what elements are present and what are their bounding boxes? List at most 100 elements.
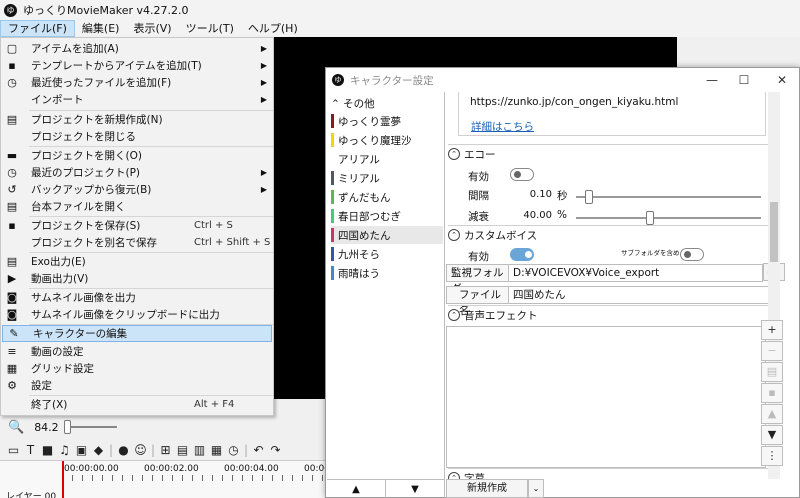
dialog-title: キャラクター設定 [350, 74, 434, 87]
save-effect-button[interactable]: ▪ [761, 383, 783, 403]
menu-item-label: インポート [31, 94, 84, 106]
close-button[interactable]: ✕ [766, 68, 798, 92]
music-icon[interactable]: ♫ [57, 443, 72, 457]
shape-icon[interactable]: ◆ [91, 443, 106, 457]
details-link[interactable]: 詳細はこちら [471, 119, 534, 134]
text-icon[interactable]: T [23, 443, 38, 457]
menu-file[interactable]: ファイル(F) [0, 20, 75, 37]
menubar: ファイル(F) 編集(E) 表示(V) ツール(T) ヘルプ(H) [0, 20, 800, 37]
character-item[interactable]: 春日部つむぎ [331, 207, 443, 225]
image-icon[interactable]: ▣ [74, 443, 89, 457]
move-effect-down-button[interactable]: ▼ [761, 425, 783, 445]
scrollbar-thumb[interactable] [770, 202, 778, 262]
menu-item-label: 終了(X) [31, 399, 68, 411]
exo-icon: ▤ [6, 255, 18, 268]
face-icon[interactable]: ☺ [133, 443, 148, 457]
echo-interval-slider[interactable] [576, 190, 761, 204]
more-options-button[interactable]: ⋮ [761, 446, 783, 466]
new-character-dropdown[interactable]: ⌄ [528, 479, 544, 498]
menu-item-import[interactable]: インポート ▶ [1, 91, 273, 108]
subtitle-section-header[interactable]: ⌃ 字幕 [448, 468, 768, 479]
filename-input[interactable]: 四国めたん [508, 286, 768, 304]
move-effect-up-button[interactable]: ▲ [761, 404, 783, 424]
menu-item-open-script[interactable]: ▤ 台本ファイルを開く [1, 198, 273, 215]
group-icon[interactable]: ▤ [175, 443, 190, 457]
move-up-button[interactable]: ▲ [327, 480, 386, 498]
minimize-button[interactable]: — [696, 68, 728, 92]
undo-icon[interactable]: ↶ [251, 443, 266, 457]
menu-item-new-project[interactable]: ▤ プロジェクトを新規作成(N) [1, 111, 273, 128]
add-effect-button[interactable]: + [761, 320, 783, 340]
dialog-titlebar[interactable]: ゆ キャラクター設定 — ☐ ✕ [326, 68, 799, 92]
character-item[interactable]: 九州そら [331, 245, 443, 263]
menu-item-add-recent-file[interactable]: ◷ 最近使ったファイルを追加(F) ▶ [1, 74, 273, 91]
zoom-slider[interactable] [63, 420, 117, 434]
watch-folder-input[interactable]: D:¥VOICEVOX¥Voice_export [508, 264, 763, 282]
character-group[interactable]: ⌃ その他 [331, 96, 375, 111]
playhead[interactable] [62, 461, 64, 498]
character-color-bar [331, 209, 334, 223]
character-item[interactable]: ずんだもん [331, 188, 443, 206]
grid-icon[interactable]: ▦ [209, 443, 224, 457]
menu-item-exo-export[interactable]: ▤ Exo出力(E) [1, 253, 273, 270]
echo-section-header[interactable]: ⌃ エコー [448, 144, 768, 162]
clock-icon[interactable]: ◷ [226, 443, 241, 457]
menu-item-video-settings[interactable]: ≡ 動画の設定 [1, 343, 273, 360]
character-settings-dialog: ゆ キャラクター設定 — ☐ ✕ ⌃ その他 ゆっくり霊夢 ゆっくり魔理沙 アリ… [325, 67, 800, 498]
remove-effect-button[interactable]: − [761, 341, 783, 361]
menu-item-grid-settings[interactable]: ▦ グリッド設定 [1, 360, 273, 377]
menu-item-restore-backup[interactable]: ↺ バックアップから復元(B) ▶ [1, 181, 273, 198]
menu-item-save-as[interactable]: プロジェクトを別名で保存 Ctrl + Shift + S [1, 234, 273, 251]
menu-item-video-export[interactable]: ▶ 動画出力(V) [1, 270, 273, 287]
menu-view[interactable]: 表示(V) [126, 20, 178, 37]
menu-item-settings[interactable]: ⚙ 設定 [1, 377, 273, 394]
character-group-label: その他 [343, 98, 375, 110]
collapse-chevron-icon: ⌃ [448, 309, 460, 321]
copy-effect-button[interactable]: ▤ [761, 362, 783, 382]
menu-item-add-from-template[interactable]: ▪ テンプレートからアイテムを追加(T) ▶ [1, 57, 273, 74]
maximize-button[interactable]: ☐ [728, 68, 760, 92]
collapse-chevron-icon: ⌃ [448, 148, 460, 160]
character-icon[interactable]: ● [116, 443, 131, 457]
character-item[interactable]: ゆっくり魔理沙 [331, 131, 443, 149]
echo-enabled-toggle[interactable] [510, 168, 534, 181]
echo-decay-slider[interactable] [576, 211, 761, 225]
redo-icon[interactable]: ↷ [268, 443, 283, 457]
custom-voice-enabled-toggle[interactable] [510, 248, 534, 261]
menu-item-add-item[interactable]: ▢ アイテムを追加(A) ▶ [1, 40, 273, 57]
menu-help[interactable]: ヘルプ(H) [241, 20, 305, 37]
move-down-button[interactable]: ▼ [386, 480, 445, 498]
menu-edit[interactable]: 編集(E) [75, 20, 127, 37]
menu-item-thumbnail-clipboard[interactable]: ◙ サムネイル画像をクリップボードに出力 [1, 306, 273, 323]
menu-tools[interactable]: ツール(T) [179, 20, 241, 37]
character-item[interactable]: 雨晴はう [331, 264, 443, 282]
menu-item-recent-projects[interactable]: ◷ 最近のプロジェクト(P) ▶ [1, 164, 273, 181]
voice-effects-list[interactable] [446, 326, 766, 468]
timeline-tick: 00:00:00.00 [64, 464, 119, 474]
menu-item-close-project[interactable]: プロジェクトを閉じる [1, 128, 273, 145]
menu-item-open-project[interactable]: ▬ プロジェクトを開く(O) [1, 147, 273, 164]
character-item[interactable]: ゆっくり霊夢 [331, 112, 443, 130]
character-item-selected[interactable]: 四国めたん [331, 226, 443, 244]
slider-thumb[interactable] [584, 190, 593, 204]
echo-interval-value[interactable]: 0.10 [512, 189, 552, 200]
slider-thumb[interactable] [646, 211, 654, 225]
timeline-ruler[interactable]: 00:00:00.00 00:00:02.00 00:00:04.00 00:0… [0, 460, 359, 498]
custom-voice-section-header[interactable]: ⌃ カスタムボイス [448, 225, 768, 243]
new-character-button[interactable]: 新規作成 [446, 479, 528, 498]
menu-item-edit-characters[interactable]: ✎ キャラクターの編集 [2, 325, 272, 342]
voice-effects-section-header[interactable]: ⌃ 音声エフェクト [448, 305, 768, 323]
character-item[interactable]: ミリアル [331, 169, 443, 187]
video-icon[interactable]: ■ [40, 443, 55, 457]
layer-label: レイヤー 00 [6, 492, 57, 498]
layer-icon[interactable]: ▥ [192, 443, 207, 457]
character-item[interactable]: アリアル [331, 150, 443, 168]
subtitle-icon[interactable]: ▭ [6, 443, 21, 457]
include-subfolders-toggle[interactable] [680, 248, 704, 261]
menu-item-exit[interactable]: 終了(X) Alt + F4 [1, 396, 273, 413]
zoom-slider-thumb[interactable] [63, 420, 71, 434]
menu-item-export-thumbnail[interactable]: ◙ サムネイル画像を出力 [1, 289, 273, 306]
menu-item-save-project[interactable]: ▪ プロジェクトを保存(S) Ctrl + S [1, 217, 273, 234]
echo-decay-value[interactable]: 40.00 [512, 210, 552, 221]
add-icon[interactable]: ⊞ [158, 443, 173, 457]
